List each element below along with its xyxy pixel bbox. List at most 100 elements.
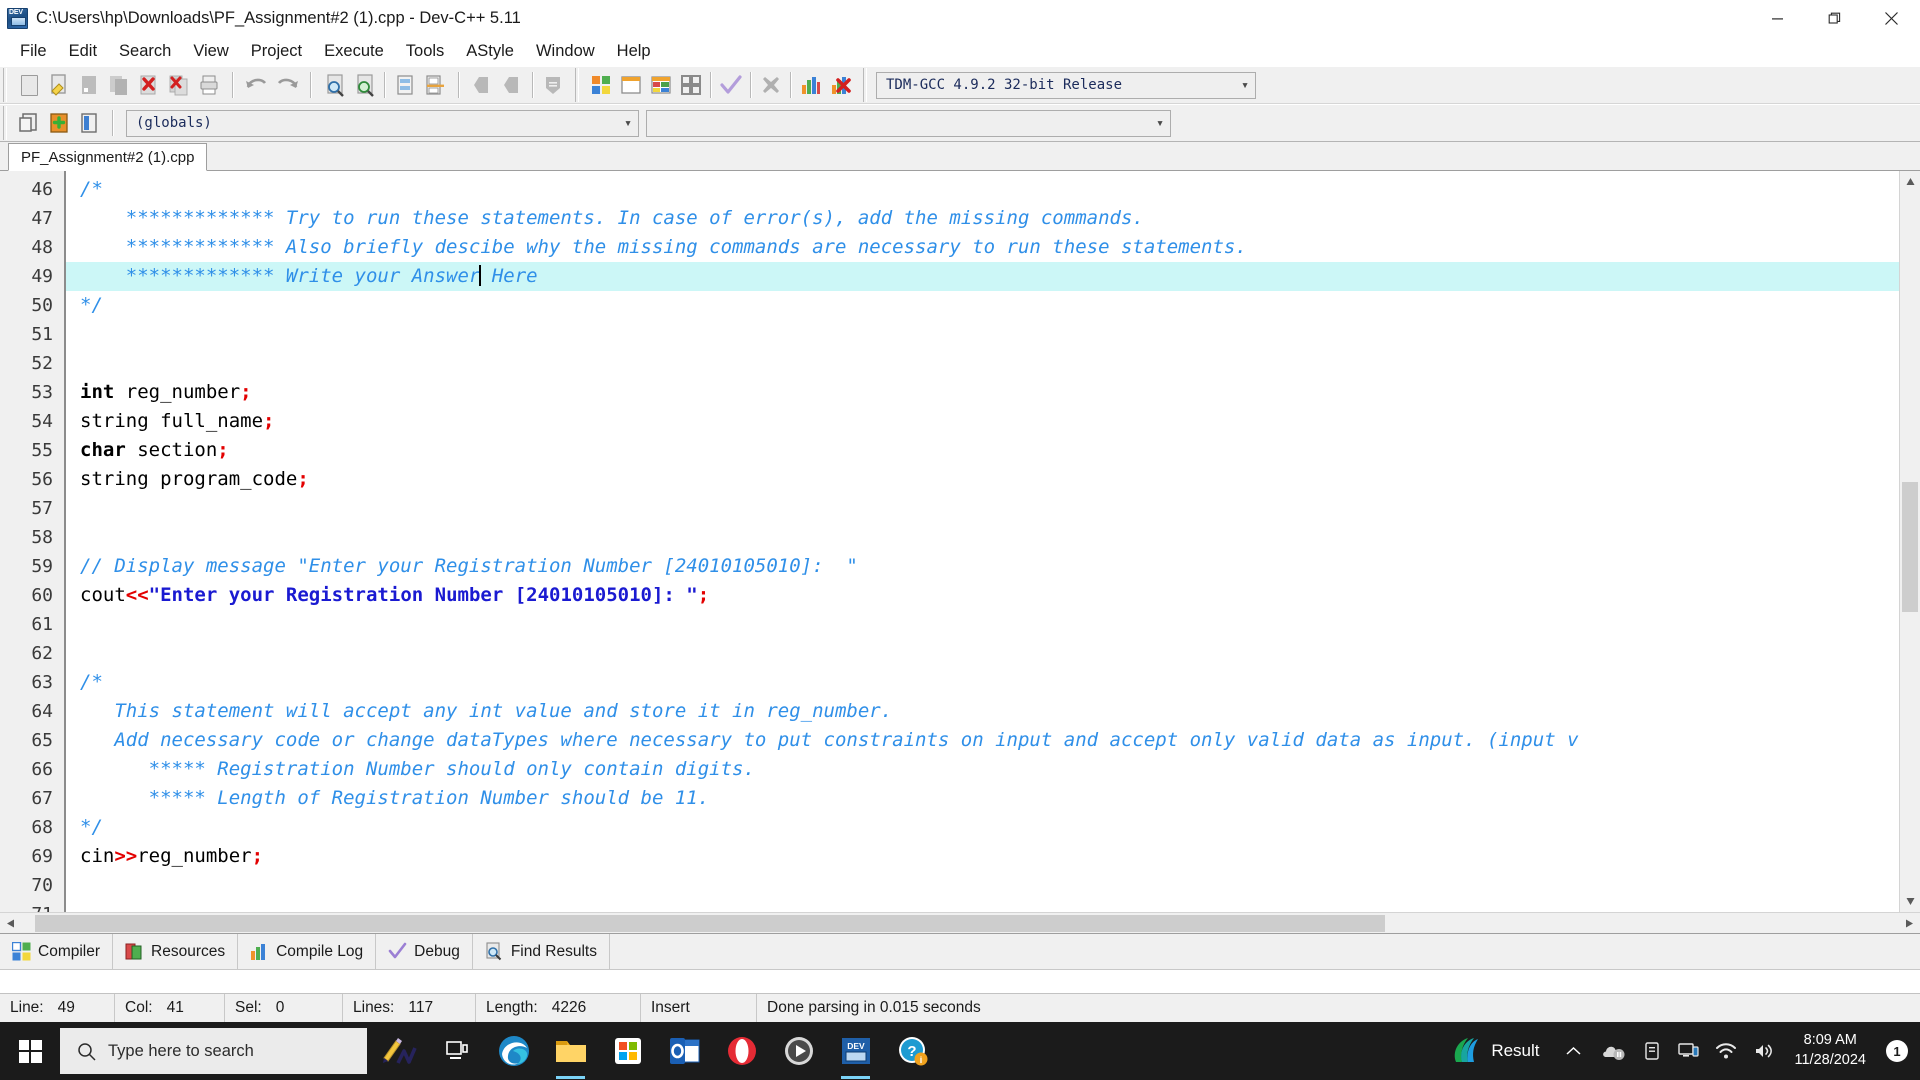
rebuild-all-button[interactable] <box>676 70 706 100</box>
compile-and-run-button[interactable] <box>646 70 676 100</box>
code-line[interactable]: string full_name; <box>66 407 1899 436</box>
code-line[interactable]: ***** Length of Registration Number shou… <box>66 784 1899 813</box>
tray-volume[interactable] <box>1745 1022 1783 1080</box>
taskbar-microsoft-store[interactable] <box>599 1022 656 1080</box>
maximize-button[interactable] <box>1806 0 1863 37</box>
code-line[interactable]: ************* Try to run these statement… <box>66 204 1899 233</box>
taskbar-edge[interactable] <box>485 1022 542 1080</box>
minimize-button[interactable] <box>1749 0 1806 37</box>
taskbar-outlook[interactable] <box>656 1022 713 1080</box>
editor-tab-pf-assignment[interactable]: PF_Assignment#2 (1).cpp <box>8 143 208 171</box>
panel-tab-find-results[interactable]: Find Results <box>473 933 610 970</box>
menu-help[interactable]: Help <box>606 39 662 64</box>
back-button[interactable] <box>468 70 498 100</box>
panel-tab-compiler[interactable]: Compiler <box>0 933 114 970</box>
delete-profile-button[interactable] <box>826 70 856 100</box>
code-line[interactable]: int reg_number; <box>66 378 1899 407</box>
class-browser-selector[interactable]: (globals) ▾ <box>126 109 639 137</box>
stop-execution-button[interactable] <box>756 70 786 100</box>
scroll-up-button[interactable] <box>1900 171 1920 192</box>
horizontal-scroll-track[interactable] <box>21 913 1899 934</box>
code-line[interactable] <box>66 871 1899 900</box>
menu-search[interactable]: Search <box>108 39 182 64</box>
editor-vertical-scrollbar[interactable] <box>1899 171 1920 912</box>
undo-button[interactable] <box>242 70 272 100</box>
compiler-selector[interactable]: TDM-GCC 4.9.2 32-bit Release ▾ <box>876 71 1256 99</box>
vertical-scroll-thumb[interactable] <box>1902 482 1918 612</box>
code-line[interactable]: /* <box>66 175 1899 204</box>
syntax-check-button[interactable] <box>716 70 746 100</box>
panel-tab-debug[interactable]: Debug <box>376 933 473 970</box>
close-all-button[interactable] <box>164 70 194 100</box>
member-browser-selector[interactable]: ▾ <box>646 109 1171 137</box>
taskbar-get-help[interactable]: ? i <box>884 1022 941 1080</box>
taskbar-clock[interactable]: 8:09 AM 11/28/2024 <box>1783 1031 1879 1070</box>
menu-tools[interactable]: Tools <box>395 39 456 64</box>
code-line[interactable] <box>66 494 1899 523</box>
taskbar-result-app[interactable]: Result <box>1436 1022 1553 1080</box>
save-all-button[interactable] <box>104 70 134 100</box>
run-button[interactable] <box>616 70 646 100</box>
menu-view[interactable]: View <box>182 39 239 64</box>
redo-button[interactable] <box>272 70 302 100</box>
remove-from-project-button[interactable] <box>74 108 104 138</box>
tray-keyboard[interactable] <box>1635 1022 1669 1080</box>
code-line[interactable]: // Display message "Enter your Registrat… <box>66 552 1899 581</box>
close-button[interactable] <box>1863 0 1920 37</box>
code-line[interactable] <box>66 523 1899 552</box>
code-line[interactable]: ************* Write your Answer Here <box>66 262 1899 291</box>
project-new-button[interactable] <box>14 108 44 138</box>
compile-button[interactable] <box>586 70 616 100</box>
code-line[interactable] <box>66 349 1899 378</box>
code-line[interactable] <box>66 320 1899 349</box>
code-line[interactable]: cout<<"Enter your Registration Number [2… <box>66 581 1899 610</box>
code-line[interactable]: */ <box>66 813 1899 842</box>
code-line[interactable]: char section; <box>66 436 1899 465</box>
show-hidden-icons-button[interactable] <box>1554 1043 1593 1060</box>
code-line[interactable]: string program_code; <box>66 465 1899 494</box>
code-line[interactable] <box>66 639 1899 668</box>
code-line[interactable] <box>66 610 1899 639</box>
forward-button[interactable] <box>498 70 528 100</box>
scroll-right-button[interactable] <box>1899 913 1920 934</box>
taskbar-opera[interactable] <box>713 1022 770 1080</box>
code-line[interactable]: */ <box>66 291 1899 320</box>
code-line[interactable]: /* <box>66 668 1899 697</box>
code-editor[interactable]: 46 47 48 49 50 51 52 53 54 55 56 57 58 59 60 61 62 63 64 65… <box>0 171 1899 912</box>
goto-function-button[interactable] <box>420 70 450 100</box>
code-line[interactable]: ***** Registration Number should only co… <box>66 755 1899 784</box>
taskbar-dev-cpp[interactable]: DEV <box>827 1022 884 1080</box>
code-line[interactable]: cin>>reg_number; <box>66 842 1899 871</box>
menu-execute[interactable]: Execute <box>313 39 395 64</box>
find-button[interactable] <box>320 70 350 100</box>
taskbar-media-player[interactable] <box>770 1022 827 1080</box>
add-to-project-button[interactable] <box>44 108 74 138</box>
panel-tab-resources[interactable]: Resources <box>113 933 239 970</box>
menu-window[interactable]: Window <box>525 39 606 64</box>
code-line[interactable]: Add necessary code or change dataTypes w… <box>66 726 1899 755</box>
toggle-breakpoint-button[interactable] <box>538 70 568 100</box>
vertical-scroll-track[interactable] <box>1900 192 1920 891</box>
menu-file[interactable]: File <box>9 39 58 64</box>
code-content[interactable]: /* ************* Try to run these statem… <box>66 171 1899 912</box>
scroll-left-button[interactable] <box>0 913 21 934</box>
menu-astyle[interactable]: AStyle <box>455 39 525 64</box>
code-line[interactable]: ************* Also briefly descibe why t… <box>66 233 1899 262</box>
horizontal-scroll-thumb[interactable] <box>35 914 1385 932</box>
code-line[interactable]: This statement will accept any int value… <box>66 697 1899 726</box>
editor-horizontal-scrollbar[interactable] <box>0 912 1920 933</box>
panel-tab-compile-log[interactable]: Compile Log <box>238 933 377 970</box>
close-file-button[interactable] <box>134 70 164 100</box>
goto-line-button[interactable] <box>390 70 420 100</box>
save-file-button[interactable] <box>74 70 104 100</box>
taskbar-search-box[interactable]: Type here to search <box>60 1028 367 1074</box>
tray-display[interactable] <box>1669 1022 1707 1080</box>
taskbar-task-view[interactable] <box>428 1022 485 1080</box>
profile-button[interactable] <box>796 70 826 100</box>
scroll-down-button[interactable] <box>1900 891 1920 912</box>
replace-button[interactable] <box>350 70 380 100</box>
open-file-button[interactable] <box>44 70 74 100</box>
tray-network[interactable] <box>1707 1022 1745 1080</box>
tray-onedrive[interactable] <box>1593 1022 1635 1080</box>
start-button[interactable] <box>0 1022 60 1080</box>
